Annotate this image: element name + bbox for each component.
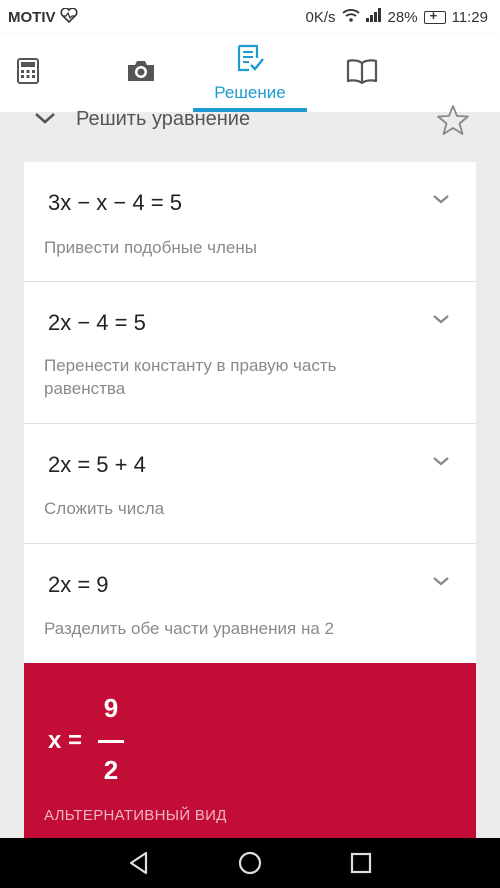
- chevron-down-icon[interactable]: [34, 110, 56, 131]
- fraction-bar: [98, 740, 124, 743]
- home-icon[interactable]: [238, 851, 262, 880]
- step-card[interactable]: 2x = 9 Разделить обе части уравнения на …: [24, 544, 476, 663]
- step-description: Разделить обе части уравнения на 2: [44, 619, 334, 638]
- net-speed: 0K/s: [305, 8, 336, 26]
- chevron-down-icon[interactable]: [432, 454, 450, 472]
- back-icon[interactable]: [128, 851, 150, 880]
- battery-percent: 28%: [387, 8, 418, 26]
- tab-book[interactable]: [336, 34, 388, 112]
- book-icon: [346, 58, 378, 89]
- step-equation: 2x = 9: [48, 572, 109, 597]
- tab-solution-label: Решение: [214, 82, 286, 102]
- step-description: Привести подобные члены: [44, 238, 257, 257]
- section-title: Решить уравнение: [76, 108, 251, 130]
- result-lhs: x =: [48, 727, 83, 754]
- tab-calculator[interactable]: [0, 34, 56, 112]
- step-description: Перенести константу в правую часть равен…: [44, 356, 337, 398]
- step-equation: 3x − x − 4 = 5: [48, 190, 182, 215]
- step-card[interactable]: 3x − x − 4 = 5 Привести подобные члены: [24, 162, 476, 282]
- tab-bar: Решение: [0, 34, 500, 112]
- heart-icon: [59, 7, 78, 27]
- signal-icon: [365, 8, 382, 26]
- wifi-icon: [341, 8, 360, 26]
- step-equation: 2x − 4 = 5: [48, 310, 146, 335]
- chevron-down-icon[interactable]: [432, 192, 450, 210]
- alternative-view-link[interactable]: АЛЬТЕРНАТИВНЫЙ ВИД: [44, 807, 227, 824]
- camera-icon: [126, 59, 156, 88]
- result-panel: x = 9 2 АЛЬТЕРНАТИВНЫЙ ВИД: [24, 663, 476, 838]
- clock: 11:29: [451, 8, 488, 26]
- step-equation: 2x = 5 + 4: [48, 452, 146, 477]
- battery-icon: [423, 8, 446, 24]
- step-card[interactable]: 2x = 5 + 4 Сложить числа: [24, 424, 476, 544]
- calculator-icon: [17, 57, 39, 89]
- result-numerator: 9: [103, 693, 119, 723]
- step-card[interactable]: 2x − 4 = 5 Перенести константу в правую …: [24, 282, 476, 424]
- tab-camera[interactable]: [112, 34, 170, 112]
- recents-icon[interactable]: [350, 852, 372, 879]
- solution-icon: [235, 44, 265, 79]
- chevron-down-icon[interactable]: [432, 574, 450, 592]
- chevron-down-icon[interactable]: [432, 312, 450, 330]
- status-bar: MOTIV 0K/s 28% 11:29: [0, 0, 500, 34]
- carrier-label: MOTIV: [8, 9, 56, 26]
- system-nav-bar: [0, 838, 500, 888]
- star-icon[interactable]: [436, 104, 470, 141]
- step-description: Сложить числа: [44, 499, 165, 518]
- tab-solution[interactable]: Решение: [193, 34, 307, 112]
- result-denominator: 2: [103, 755, 119, 785]
